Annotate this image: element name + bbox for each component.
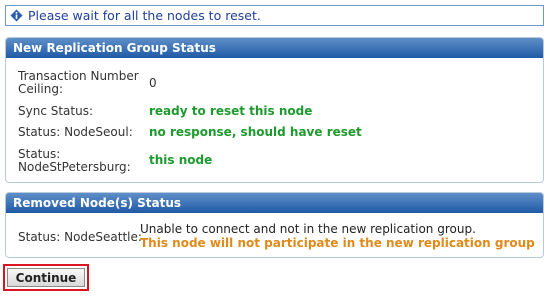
status-message-text: Please wait for all the nodes to reset. <box>28 8 261 23</box>
status-nodestpetersburg-value: this node <box>149 153 213 167</box>
status-nodeseattle-warning: This node will not participate in the ne… <box>140 236 535 250</box>
new-replication-group-status-panel: New Replication Group Status Transaction… <box>5 37 544 183</box>
status-nodeseoul-value: no response, should have reset <box>149 125 362 139</box>
status-message: Please wait for all the nodes to reset. <box>5 5 544 26</box>
status-nodeseattle-message: Unable to connect and not in the new rep… <box>140 222 476 236</box>
info-diamond-icon <box>10 9 23 22</box>
sync-status-value: ready to reset this node <box>149 104 313 118</box>
continue-button[interactable]: Continue <box>7 268 85 287</box>
continue-button-highlight: Continue <box>3 264 89 291</box>
panel-title: Removed Node(s) Status <box>6 193 543 213</box>
transaction-number-ceiling-label: Transaction Number Ceiling: <box>18 69 139 96</box>
sync-status-label: Sync Status: <box>18 104 94 118</box>
panel-title: New Replication Group Status <box>6 38 543 58</box>
removed-nodes-status-panel: Removed Node(s) Status Status: NodeSeatt… <box>5 192 544 258</box>
transaction-number-ceiling-value: 0 <box>149 76 157 90</box>
status-nodeseoul-label: Status: NodeSeoul: <box>18 125 133 139</box>
status-nodestpetersburg-label: Status: NodeStPetersburg: <box>18 147 131 174</box>
status-nodeseattle-label: Status: NodeSeattle: <box>18 230 142 244</box>
